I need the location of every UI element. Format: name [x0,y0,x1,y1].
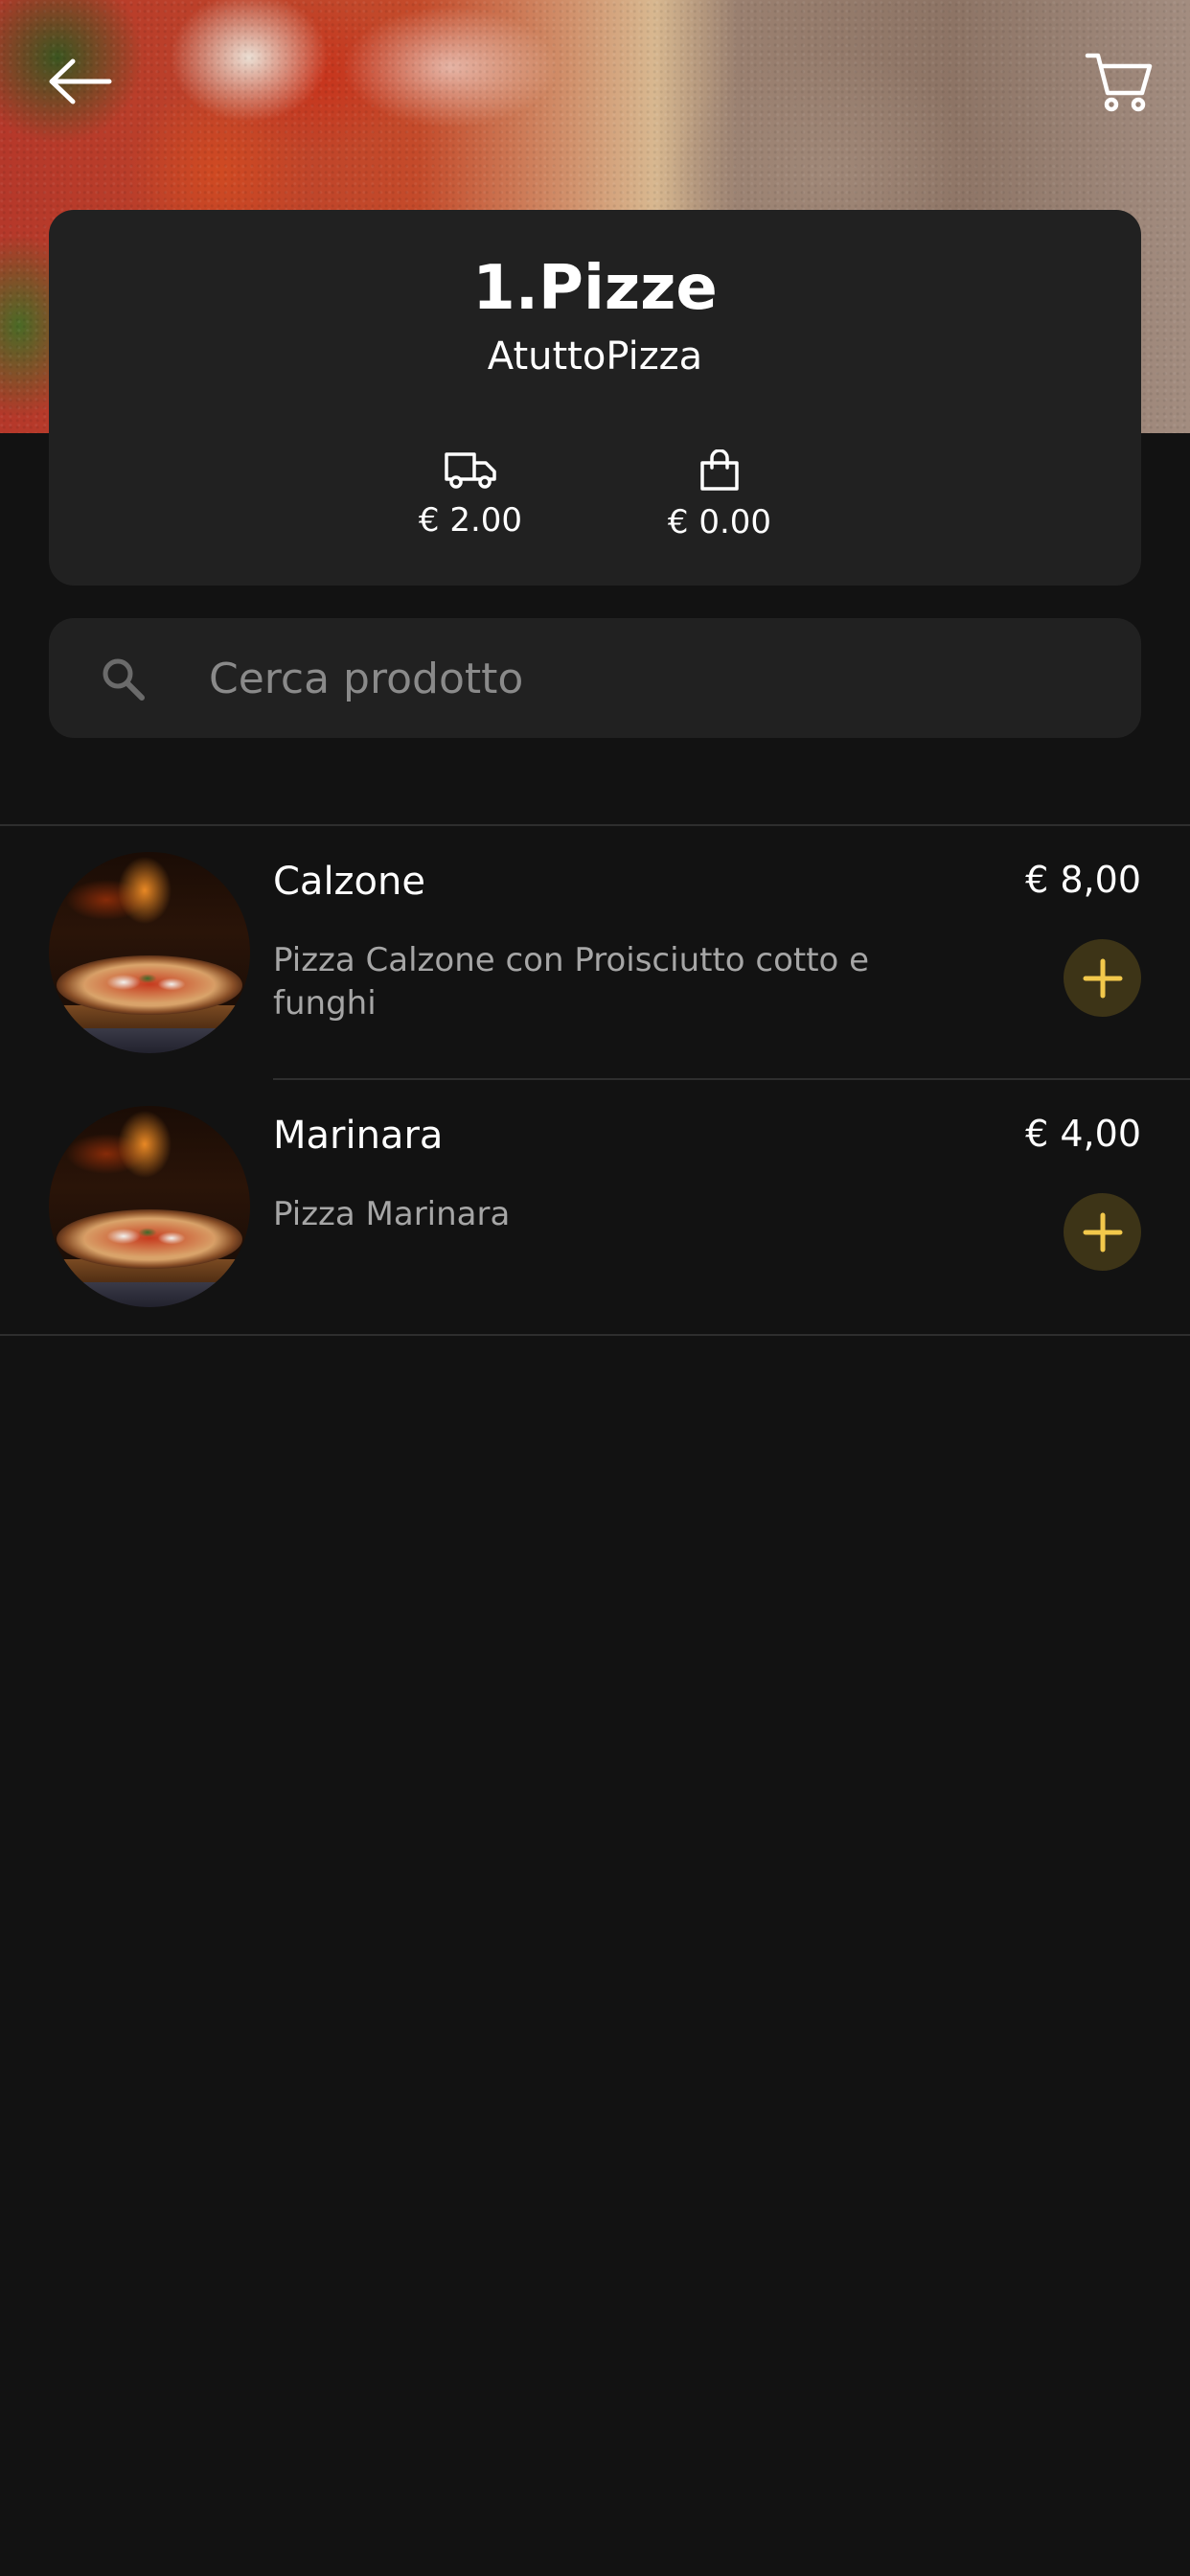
list-bottom-divider [0,1334,1190,1336]
product-price: € 4,00 [1025,1113,1141,1155]
search-input[interactable] [207,618,1111,740]
product-row-calzone[interactable]: Calzone Pizza Calzone con Proisciutto co… [0,826,1190,1079]
product-description: Pizza Calzone con Proisciutto cotto e fu… [273,941,870,1023]
product-image [49,1106,250,1307]
minimum-order-value: € 0.00 [667,503,772,541]
category-title: 1.Pizze [472,253,718,324]
product-price: € 8,00 [1025,859,1141,901]
shopping-bag-icon [700,449,739,491]
restaurant-name: AtuttoPizza [487,334,703,379]
product-list-screen: 1.Pizze AtuttoPizza € 2.00 € 0.00 Cerca … [0,0,1190,2576]
arrow-left-icon [49,58,112,104]
store-info-card: 1.Pizze AtuttoPizza € 2.00 € 0.00 [49,210,1141,586]
search-bar[interactable] [49,618,1141,740]
back-button[interactable] [36,38,123,125]
plus-icon [1083,1212,1122,1252]
minimum-order-info: € 0.00 [614,449,825,543]
cart-button[interactable] [1071,38,1167,125]
truck-icon [445,452,496,489]
plus-icon [1083,958,1122,998]
shopping-cart-icon [1085,53,1153,112]
product-name: Calzone [273,860,425,904]
product-description: Pizza Marinara [273,1195,511,1233]
add-to-cart-button[interactable] [1064,1193,1141,1271]
product-row-marinara[interactable]: Marinara Pizza Marinara € 4,00 [0,1080,1190,1333]
product-name: Marinara [273,1114,444,1158]
search-icon [103,658,145,701]
add-to-cart-button[interactable] [1064,939,1141,1017]
delivery-fee-info: € 2.00 [365,449,576,541]
delivery-fee-value: € 2.00 [418,501,523,540]
product-image [49,852,250,1053]
